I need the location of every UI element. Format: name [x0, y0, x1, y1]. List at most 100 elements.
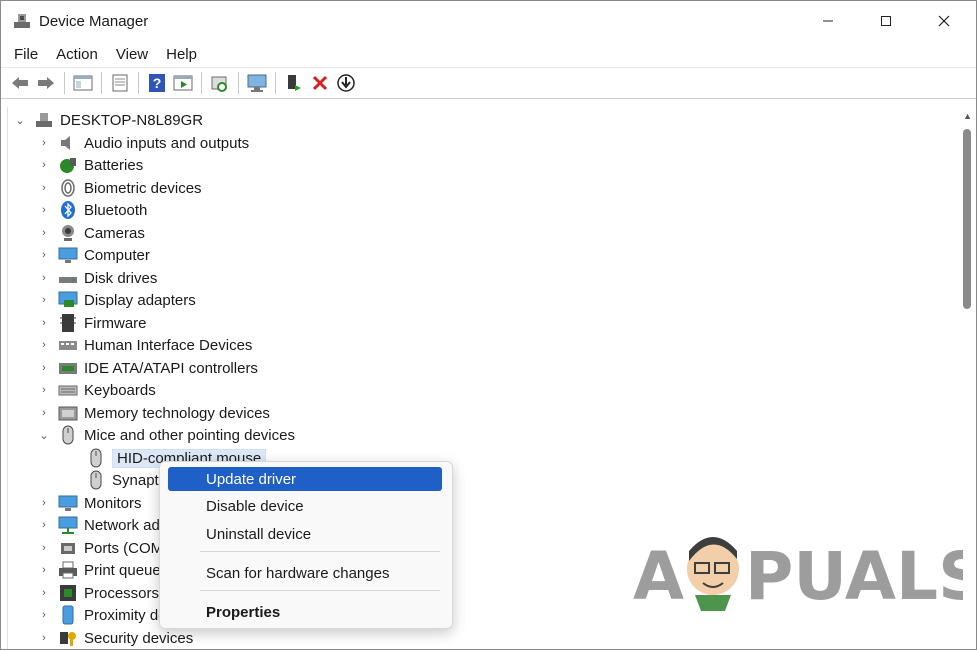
chevron-right-icon[interactable]: › — [36, 315, 52, 331]
properties-pane-button[interactable] — [70, 71, 96, 95]
category-proximity[interactable]: › Proximity de — [36, 604, 167, 626]
close-button[interactable] — [915, 1, 973, 41]
category-processors[interactable]: › Processors — [36, 582, 159, 604]
download-button[interactable] — [333, 71, 359, 95]
menu-view[interactable]: View — [107, 46, 157, 63]
category-network[interactable]: › Network ad — [36, 514, 160, 536]
scan-icon — [211, 76, 227, 92]
monitor-button[interactable] — [244, 71, 270, 95]
chevron-right-icon[interactable]: › — [36, 337, 52, 353]
category-computer[interactable]: › Computer — [36, 244, 150, 266]
device-list-icon — [112, 74, 128, 92]
firmware-icon — [60, 314, 76, 332]
add-driver-icon — [288, 75, 301, 91]
menu-update-driver[interactable]: Update driver — [168, 467, 442, 491]
chevron-right-icon[interactable]: › — [36, 292, 52, 308]
disk-drive-icon — [59, 277, 77, 283]
mouse-icon — [90, 470, 102, 490]
category-cameras[interactable]: › Cameras — [36, 222, 145, 244]
category-label: Monitors — [84, 494, 142, 512]
minimize-icon — [823, 20, 833, 22]
category-memory[interactable]: › Memory technology devices — [36, 402, 270, 424]
chevron-right-icon[interactable]: › — [36, 562, 52, 578]
chevron-right-icon[interactable]: › — [36, 517, 52, 533]
chevron-right-icon[interactable]: › — [36, 202, 52, 218]
menu-help[interactable]: Help — [157, 46, 206, 63]
menu-uninstall-device[interactable]: Uninstall device — [168, 522, 442, 546]
menu-scan-hardware[interactable]: Scan for hardware changes — [168, 561, 442, 585]
back-button[interactable] — [7, 71, 33, 95]
category-label: Biometric devices — [84, 179, 202, 197]
root-label: DESKTOP-N8L89GR — [60, 111, 204, 129]
help-button[interactable]: ? — [144, 71, 170, 95]
chevron-right-icon[interactable]: › — [36, 157, 52, 173]
scan-button[interactable] — [207, 71, 233, 95]
menu-action[interactable]: Action — [47, 46, 107, 63]
chevron-right-icon[interactable]: › — [36, 495, 52, 511]
title-bar: Device Manager — [1, 1, 976, 41]
chevron-right-icon[interactable]: › — [36, 225, 52, 241]
chevron-right-icon[interactable]: › — [36, 247, 52, 263]
run-button[interactable] — [170, 71, 196, 95]
chevron-down-icon[interactable]: ⌄ — [36, 427, 52, 443]
category-security[interactable]: › Security devices — [36, 627, 193, 649]
chevron-right-icon[interactable]: › — [36, 382, 52, 398]
monitor-icon — [247, 74, 267, 92]
chevron-right-icon[interactable]: › — [36, 630, 52, 646]
category-label: Disk drives — [84, 269, 158, 287]
forward-button[interactable] — [33, 71, 59, 95]
security-key-icon — [60, 632, 76, 646]
menu-separator — [200, 590, 440, 591]
category-label: Batteries — [84, 156, 144, 174]
category-hid[interactable]: › Human Interface Devices — [36, 334, 252, 356]
category-disk[interactable]: › Disk drives — [36, 267, 157, 289]
category-label: Network ad — [84, 516, 160, 534]
category-label: Memory technology devices — [84, 404, 270, 422]
tree-root[interactable]: ⌄ DESKTOP-N8L89GR — [12, 109, 203, 131]
menu-properties[interactable]: Properties — [168, 600, 442, 624]
scroll-up-icon[interactable]: ▲ — [963, 111, 972, 121]
category-bluetooth[interactable]: › Bluetooth — [36, 199, 147, 221]
chevron-right-icon[interactable]: › — [36, 585, 52, 601]
category-ide[interactable]: › IDE ATA/ATAPI controllers — [36, 357, 258, 379]
toolbar-separator — [201, 72, 202, 94]
minimize-button[interactable] — [799, 1, 857, 41]
chevron-right-icon[interactable]: › — [36, 607, 52, 623]
category-label: Proximity de — [84, 606, 167, 624]
maximize-button[interactable] — [857, 1, 915, 41]
category-label: Cameras — [84, 224, 145, 242]
menu-file[interactable]: File — [5, 46, 47, 63]
device-manager-app-icon — [14, 14, 30, 28]
chevron-right-icon[interactable]: › — [36, 270, 52, 286]
chevron-right-icon[interactable]: › — [36, 360, 52, 376]
keyboard-icon — [58, 385, 78, 396]
category-ports[interactable]: › Ports (COM — [36, 537, 163, 559]
chevron-right-icon[interactable]: › — [36, 135, 52, 151]
category-print-queues[interactable]: › Print queue — [36, 559, 161, 581]
category-display[interactable]: › Display adapters — [36, 289, 196, 311]
category-keyboards[interactable]: › Keyboards — [36, 379, 156, 401]
uninstall-button[interactable] — [307, 71, 333, 95]
chevron-right-icon[interactable]: › — [36, 180, 52, 196]
category-firmware[interactable]: › Firmware — [36, 312, 147, 334]
hid-icon — [59, 341, 77, 350]
category-mice[interactable]: ⌄ Mice and other pointing devices — [36, 424, 295, 446]
category-audio[interactable]: › Audio inputs and outputs — [36, 132, 249, 154]
toolbar: ? — [1, 67, 976, 99]
memory-icon — [58, 406, 78, 421]
computer-icon — [58, 247, 78, 263]
add-driver-button[interactable] — [281, 71, 307, 95]
toolbar-separator — [101, 72, 102, 94]
category-biometric[interactable]: › Biometric devices — [36, 177, 202, 199]
category-monitors[interactable]: › Monitors — [36, 492, 142, 514]
chevron-down-icon[interactable]: ⌄ — [12, 112, 28, 128]
chevron-right-icon[interactable]: › — [36, 405, 52, 421]
toolbar-separator — [138, 72, 139, 94]
category-batteries[interactable]: › Batteries — [36, 154, 143, 176]
menu-disable-device[interactable]: Disable device — [168, 494, 442, 518]
scroll-thumb[interactable] — [963, 129, 971, 309]
mouse-icon — [90, 448, 102, 468]
category-label: Processors — [84, 584, 160, 602]
device-list-button[interactable] — [107, 71, 133, 95]
chevron-right-icon[interactable]: › — [36, 540, 52, 556]
